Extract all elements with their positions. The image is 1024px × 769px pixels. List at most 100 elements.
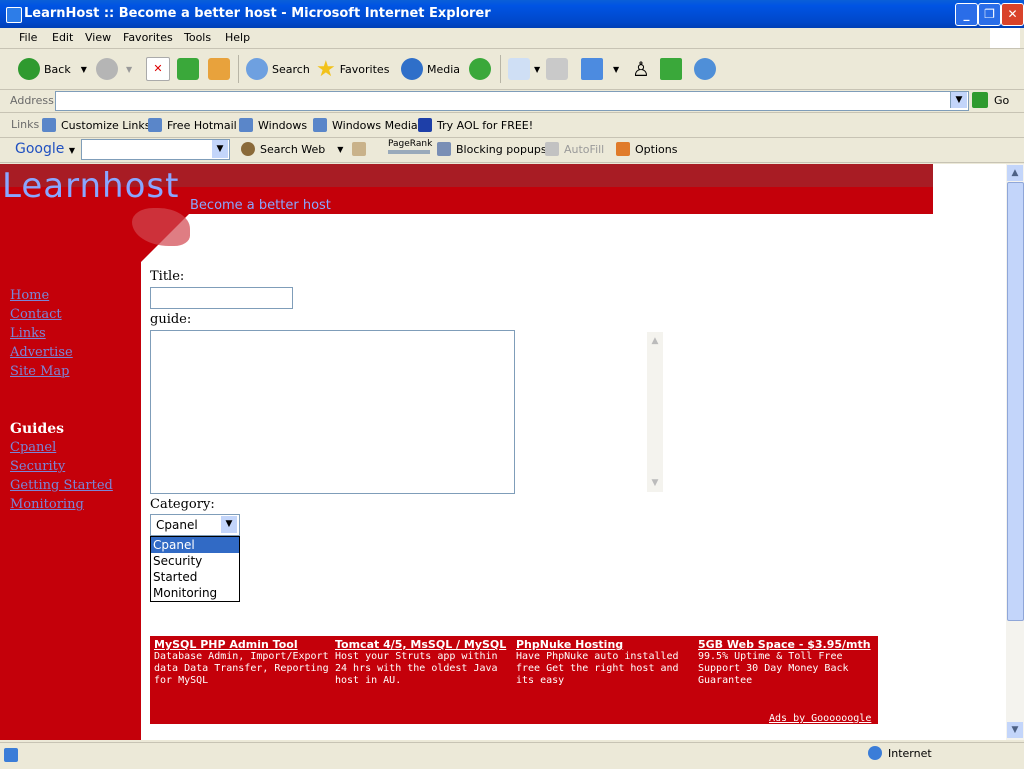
- ad-banner: MySQL PHP Admin Tool Database Admin, Imp…: [150, 636, 878, 724]
- link-free-hotmail[interactable]: Free Hotmail: [148, 118, 237, 132]
- media-button[interactable]: Media: [401, 57, 460, 81]
- link-windows-media[interactable]: Windows Media: [313, 118, 418, 132]
- menu-favorites[interactable]: Favorites: [123, 31, 173, 44]
- options-button[interactable]: Options: [616, 142, 677, 156]
- ad-title[interactable]: MySQL PHP Admin Tool: [154, 639, 332, 651]
- go-button[interactable]: Go: [972, 92, 1009, 108]
- address-input[interactable]: [55, 91, 969, 111]
- news-button[interactable]: [352, 142, 371, 156]
- ad-item[interactable]: Tomcat 4/5, MsSQL / MySQL Host your Stru…: [335, 639, 513, 687]
- favorites-label: Favorites: [339, 62, 390, 76]
- options-label: Options: [635, 142, 678, 156]
- favorites-button[interactable]: ★ Favorites: [316, 56, 390, 82]
- forward-button[interactable]: ▼: [96, 57, 132, 81]
- menu-tools[interactable]: Tools: [184, 31, 211, 44]
- guide-monitoring[interactable]: Monitoring: [10, 497, 84, 512]
- minimize-button[interactable]: _: [955, 3, 978, 26]
- ie-page-icon: [239, 118, 253, 132]
- mail-icon: [508, 58, 530, 80]
- star-icon: ★: [316, 56, 336, 82]
- pagerank-indicator: PageRank: [388, 139, 432, 154]
- nav-advertise[interactable]: Advertise: [10, 345, 73, 360]
- google-search-input[interactable]: [81, 139, 230, 160]
- link-windows[interactable]: Windows: [239, 118, 307, 132]
- ad-body: Have PhpNuke auto installed free Get the…: [516, 651, 679, 686]
- links-bar: Links Customize Links Free Hotmail Windo…: [0, 113, 1024, 138]
- link-try-aol[interactable]: Try AOL for FREE!: [418, 118, 533, 132]
- search-button[interactable]: Search: [246, 57, 310, 81]
- category-option-cpanel[interactable]: Cpanel: [151, 537, 239, 553]
- edit-button[interactable]: ▼: [581, 57, 619, 81]
- category-select[interactable]: Cpanel ▼: [150, 514, 240, 536]
- page-scrollbar[interactable]: ▲ ▼: [1006, 164, 1024, 740]
- nav-site-map[interactable]: Site Map: [10, 364, 70, 379]
- category-option-monitoring[interactable]: Monitoring: [151, 585, 239, 601]
- home-icon: [208, 58, 230, 80]
- search-icon: [246, 58, 268, 80]
- ad-title[interactable]: Tomcat 4/5, MsSQL / MySQL: [335, 639, 513, 651]
- scrollbar-thumb[interactable]: [1007, 182, 1024, 621]
- chevron-down-icon: ▼: [126, 64, 133, 74]
- ad-item[interactable]: PhpNuke Hosting Have PhpNuke auto instal…: [516, 639, 694, 687]
- link-customize-links[interactable]: Customize Links: [42, 118, 151, 132]
- scroll-up-icon[interactable]: ▲: [648, 333, 662, 349]
- menu-help[interactable]: Help: [225, 31, 250, 44]
- ad-title[interactable]: PhpNuke Hosting: [516, 639, 694, 651]
- ad-title[interactable]: 5GB Web Space - $3.95/mth: [698, 639, 876, 651]
- site-logo[interactable]: Learnhost: [2, 166, 179, 206]
- scroll-up-icon[interactable]: ▲: [1007, 165, 1023, 181]
- guide-cpanel[interactable]: Cpanel: [10, 440, 56, 455]
- media-label: Media: [427, 62, 461, 76]
- menu-edit[interactable]: Edit: [52, 31, 73, 44]
- print-button[interactable]: [546, 57, 572, 81]
- title-input[interactable]: [150, 287, 293, 309]
- link-label: Try AOL for FREE!: [437, 118, 534, 132]
- nav-links[interactable]: Links: [10, 326, 46, 341]
- icq-button[interactable]: [660, 57, 686, 81]
- google-search-dropdown-icon[interactable]: ▼: [212, 140, 228, 158]
- guide-security[interactable]: Security: [10, 459, 65, 474]
- link-label: Free Hotmail: [167, 118, 237, 132]
- scroll-down-icon[interactable]: ▼: [648, 475, 662, 491]
- back-button[interactable]: Back ▼: [18, 57, 87, 81]
- category-option-security[interactable]: Security: [151, 553, 239, 569]
- ad-body: Host your Struts app within 24 hrs with …: [335, 651, 498, 686]
- history-button[interactable]: [469, 57, 495, 81]
- maximize-button[interactable]: ❐: [978, 3, 1001, 26]
- ads-by-link[interactable]: Ads by Goooooogle: [769, 713, 871, 724]
- home-button[interactable]: [208, 57, 234, 81]
- mail-button[interactable]: ▼: [508, 57, 540, 81]
- ad-item[interactable]: 5GB Web Space - $3.95/mth 99.5% Uptime &…: [698, 639, 876, 687]
- close-button[interactable]: ✕: [1001, 3, 1024, 26]
- ad-item[interactable]: MySQL PHP Admin Tool Database Admin, Imp…: [154, 639, 332, 687]
- refresh-icon: [177, 58, 199, 80]
- chevron-down-icon: ▼: [68, 146, 75, 155]
- category-label: Category:: [150, 497, 215, 512]
- chevron-down-icon: ▼: [80, 64, 87, 74]
- textarea-scrollbar[interactable]: ▲ ▼: [647, 332, 663, 492]
- autofill-button[interactable]: AutoFill: [545, 142, 604, 156]
- menu-file[interactable]: File: [19, 31, 37, 44]
- chevron-down-icon[interactable]: ▼: [221, 516, 237, 533]
- guide-textarea[interactable]: ▲ ▼: [150, 330, 663, 494]
- scroll-down-icon[interactable]: ▼: [1007, 722, 1023, 738]
- pagerank-bar: [388, 150, 430, 154]
- messenger-button[interactable]: [694, 57, 720, 81]
- discuss-button[interactable]: ♙: [630, 57, 656, 81]
- menu-view[interactable]: View: [85, 31, 111, 44]
- category-option-started[interactable]: Started: [151, 569, 239, 585]
- toolbar-separator: [238, 55, 239, 83]
- google-logo[interactable]: Google ▼: [15, 141, 75, 157]
- stop-button[interactable]: ✕: [146, 57, 174, 81]
- link-label: Customize Links: [61, 118, 151, 132]
- nav-home[interactable]: Home: [10, 288, 49, 303]
- guide-getting-started[interactable]: Getting Started: [10, 478, 113, 493]
- address-dropdown-icon[interactable]: ▼: [950, 92, 967, 108]
- zone-label: Internet: [888, 746, 932, 760]
- refresh-button[interactable]: [177, 57, 203, 81]
- nav-contact[interactable]: Contact: [10, 307, 62, 322]
- blocking-popups-button[interactable]: Blocking popups: [437, 142, 547, 156]
- site-tagline: Become a better host: [190, 198, 331, 213]
- edit-icon: [581, 58, 603, 80]
- search-web-button[interactable]: Search Web ▼: [241, 142, 343, 156]
